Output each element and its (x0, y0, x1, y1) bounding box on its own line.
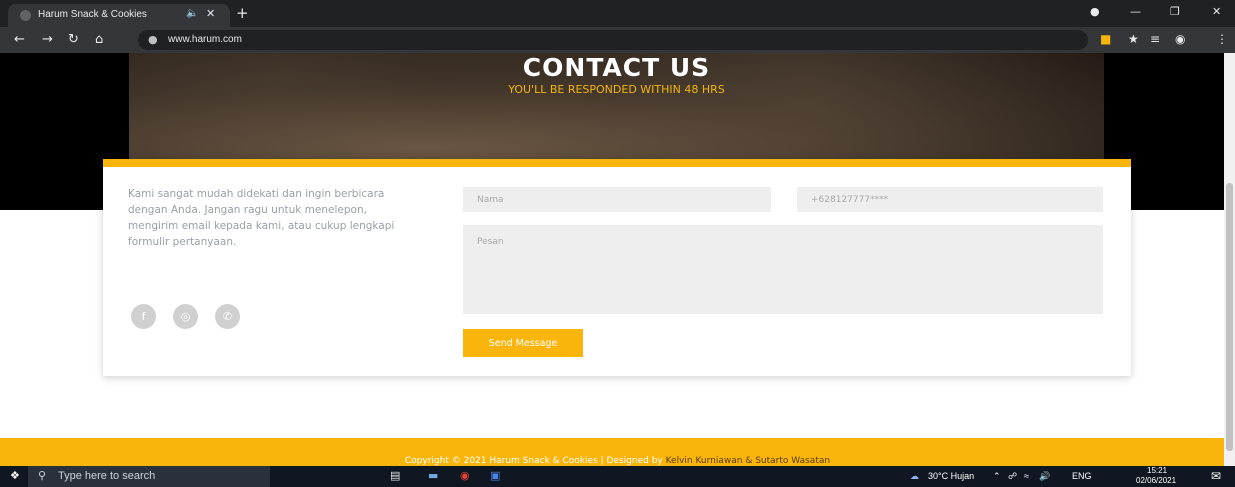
scrollbar-thumb[interactable] (1226, 183, 1233, 451)
extension-icon[interactable]: ■ (1100, 32, 1111, 46)
browser-tab[interactable]: Harum Snack & Cookies 🔈 ✕ (8, 4, 230, 27)
site-info-icon[interactable]: ● (148, 33, 158, 46)
minimize-button[interactable]: — (1130, 5, 1141, 18)
windows-start-icon[interactable]: ❖ (10, 469, 20, 482)
taskbar-search-placeholder: Type here to search (58, 470, 156, 482)
contact-intro-text: Kami sangat mudah didekati dan ingin ber… (128, 188, 395, 248)
clock-date[interactable]: 02/06/2021 (1136, 476, 1176, 485)
author-link[interactable]: Kelvin Kurniawan & Sutarto Wasatan (666, 456, 830, 466)
page-scrollbar[interactable] (1224, 53, 1235, 466)
send-message-button[interactable]: Send Message (463, 329, 583, 357)
instagram-icon[interactable]: ◎ (173, 304, 198, 329)
wifi-icon[interactable]: ≈ (1024, 471, 1029, 481)
star-bookmark-icon[interactable]: ★ (1128, 32, 1139, 46)
back-arrow-icon[interactable]: ← (14, 32, 25, 47)
copyright-text: Copyright © 2021 Harum Snack & Cookies |… (0, 456, 1224, 466)
reload-icon[interactable]: ↻ (68, 32, 79, 47)
clock-time[interactable]: 15:21 (1147, 466, 1167, 475)
facebook-icon[interactable]: f (131, 304, 156, 329)
chrome-icon[interactable]: ◉ (460, 469, 470, 482)
whatsapp-icon[interactable]: ✆ (215, 304, 240, 329)
volume-icon[interactable]: 🔊 (1039, 471, 1050, 482)
name-input[interactable] (463, 187, 771, 212)
profile-icon[interactable]: ● (1090, 5, 1100, 18)
weather-icon: ☁ (910, 471, 919, 481)
network-icon[interactable]: ☍ (1008, 471, 1017, 482)
tab-title: Harum Snack & Cookies (38, 9, 147, 20)
close-window-button[interactable]: ✕ (1212, 5, 1221, 18)
page-title: CONTACT US (522, 53, 711, 82)
contact-card: Kami sangat mudah didekati dan ingin ber… (103, 159, 1131, 376)
taskbar-search-box[interactable]: ⚲ Type here to search (28, 466, 270, 487)
restore-button[interactable]: ❐ (1170, 5, 1180, 18)
weather-text[interactable]: 30°C Hujan (928, 471, 974, 481)
puzzle-extension-icon[interactable]: ◉ (1175, 32, 1185, 46)
footer: Copyright © 2021 Harum Snack & Cookies |… (0, 438, 1224, 466)
language-indicator[interactable]: ENG (1072, 471, 1092, 481)
page-subtitle: YOU'LL BE RESPONDED WITHIN 48 HRS (508, 83, 725, 96)
browser-tab-strip: Harum Snack & Cookies 🔈 ✕ + ● — ❐ ✕ (0, 0, 1235, 27)
close-tab-icon[interactable]: ✕ (206, 7, 215, 20)
file-explorer-icon[interactable]: ▬ (428, 469, 438, 482)
new-tab-button[interactable]: + (236, 4, 249, 22)
phone-input[interactable] (797, 187, 1103, 212)
forward-arrow-icon[interactable]: → (42, 32, 53, 47)
word-icon[interactable]: ▣ (490, 469, 500, 482)
message-textarea[interactable] (463, 225, 1103, 314)
copyright-prefix: Copyright © 2021 Harum Snack & Cookies |… (404, 456, 666, 466)
home-icon[interactable]: ⌂ (95, 32, 103, 47)
url-text[interactable]: www.harum.com (168, 34, 242, 45)
page-viewport: CONTACT US YOU'LL BE RESPONDED WITHIN 48… (0, 53, 1224, 466)
site-favicon-icon (20, 10, 31, 21)
task-view-icon[interactable]: ▤ (390, 469, 400, 482)
windows-taskbar: ❖ ⚲ Type here to search ▤ ▬ ◉ ▣ ☁ 30°C H… (0, 466, 1235, 487)
address-bar[interactable]: ● www.harum.com (138, 30, 1088, 50)
menu-kebab-icon[interactable]: ⋮ (1216, 32, 1228, 46)
speaker-icon[interactable]: 🔈 (186, 8, 198, 19)
reading-list-icon[interactable]: ≡ (1150, 32, 1160, 46)
tray-chevron-icon[interactable]: ⌃ (993, 471, 1001, 482)
search-icon: ⚲ (38, 470, 47, 482)
browser-toolbar: ← → ↻ ⌂ ● www.harum.com ■ ★ ≡ ◉ ⋮ (0, 27, 1235, 53)
notification-icon[interactable]: ✉ (1211, 469, 1221, 483)
